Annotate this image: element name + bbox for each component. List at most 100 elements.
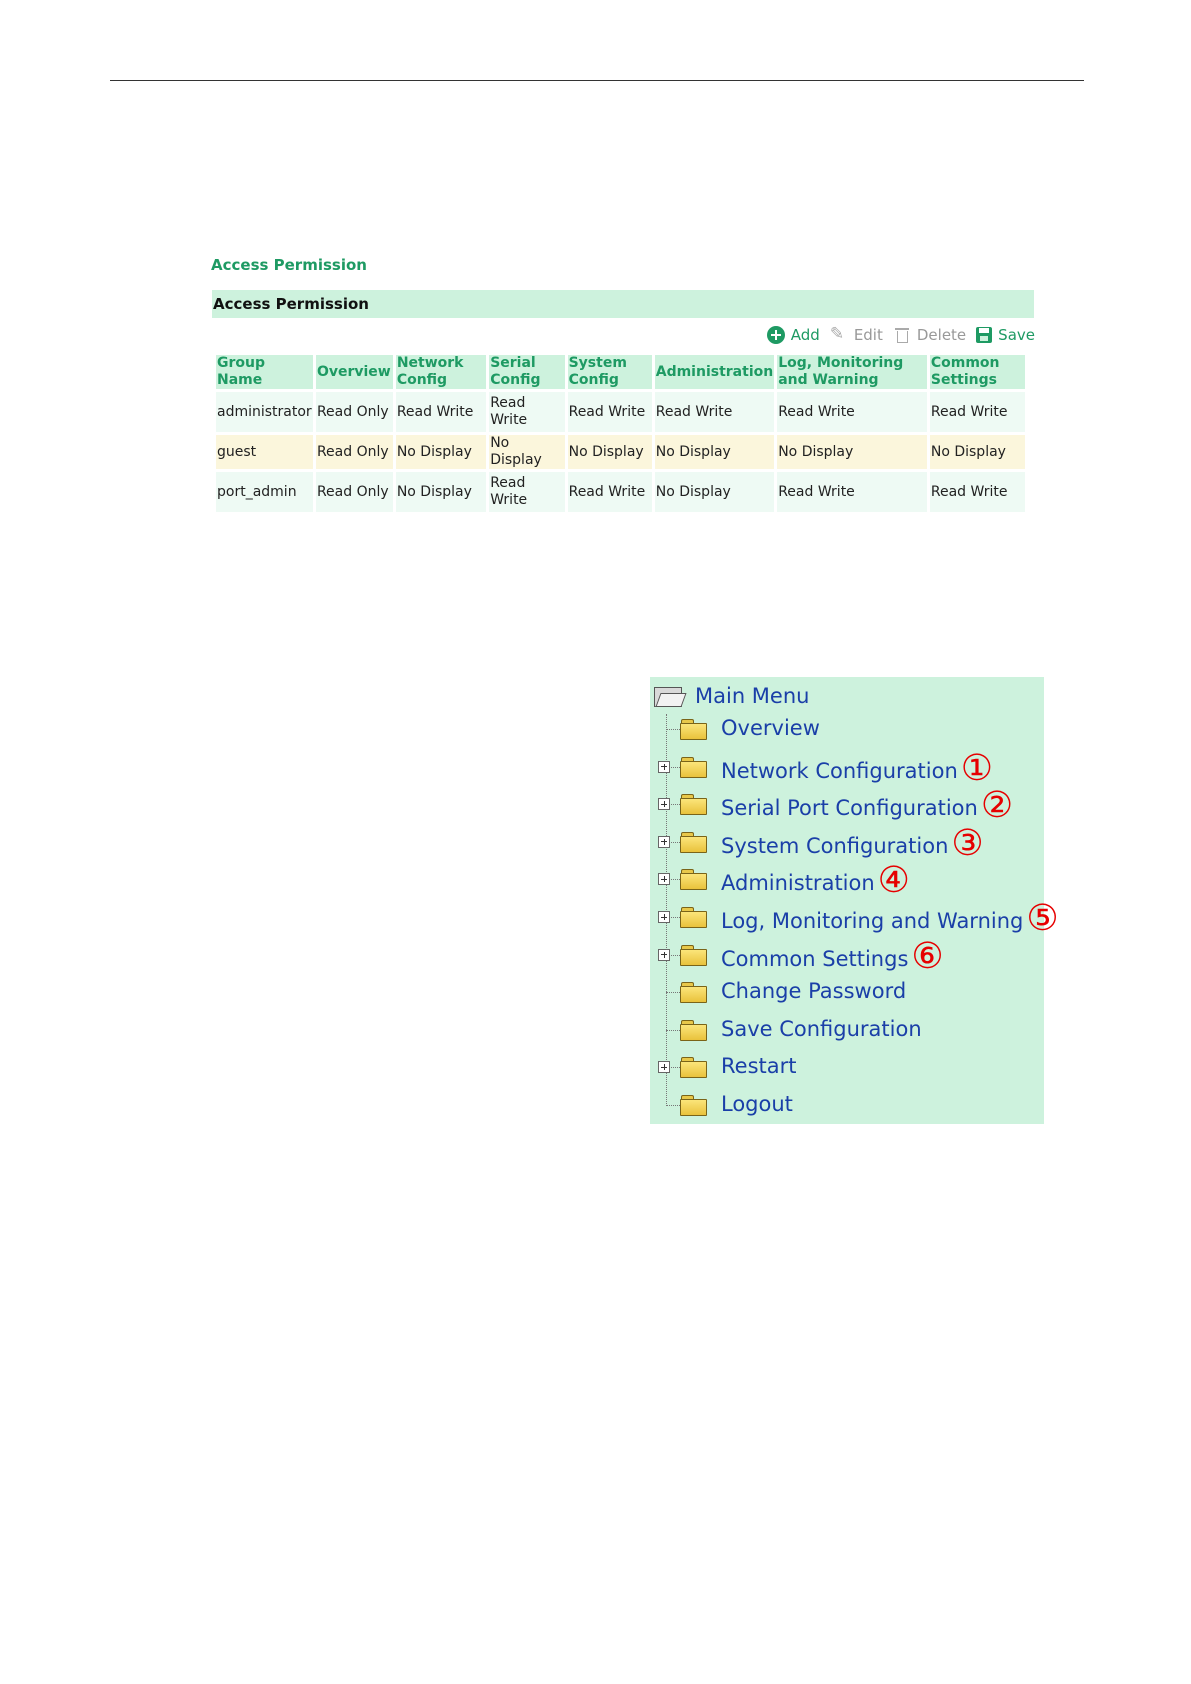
menu-item-text: Overview bbox=[721, 716, 820, 740]
table-cell: Read Write bbox=[489, 472, 565, 512]
table-cell: Read Write bbox=[489, 392, 565, 432]
menu-item-network-configuration[interactable]: Network Configuration① bbox=[650, 750, 1044, 786]
menu-item-change-password[interactable]: Change Password bbox=[650, 977, 1044, 1007]
circled-number-marker: ③ bbox=[951, 822, 984, 864]
table-cell: Read Write bbox=[567, 472, 652, 512]
column-header: Group Name bbox=[216, 355, 313, 389]
menu-item-label: Overview bbox=[721, 716, 820, 740]
folder-icon bbox=[680, 944, 707, 966]
table-cell: Read Write bbox=[654, 392, 775, 432]
delete-button[interactable]: Delete bbox=[893, 326, 966, 344]
column-header: Network Config bbox=[395, 355, 487, 389]
circled-number-marker: ⑥ bbox=[911, 935, 944, 977]
add-label: Add bbox=[790, 326, 820, 344]
edit-button[interactable]: Edit bbox=[830, 324, 883, 344]
menu-item-label: Change Password bbox=[721, 979, 906, 1003]
table-cell: Read Write bbox=[929, 472, 1025, 512]
table-cell: Read Write bbox=[777, 472, 927, 512]
menu-item-common-settings[interactable]: Common Settings⑥ bbox=[650, 938, 1044, 974]
table-cell: No Display bbox=[567, 435, 652, 469]
save-label: Save bbox=[998, 326, 1035, 344]
table-cell: Read Only bbox=[315, 472, 393, 512]
main-menu-root[interactable]: Main Menu bbox=[654, 681, 809, 711]
menu-item-label: Log, Monitoring and Warning⑤ bbox=[721, 901, 1059, 937]
table-row[interactable]: guest Read Only No Display No Display No… bbox=[216, 435, 1025, 469]
tree-connector bbox=[666, 1105, 680, 1106]
menu-item-overview[interactable]: Overview bbox=[650, 714, 1044, 744]
expand-plus-icon[interactable] bbox=[658, 1061, 670, 1074]
menu-item-text: Administration bbox=[721, 871, 875, 896]
folder-icon bbox=[680, 1057, 707, 1079]
access-permission-table: Group Name Overview Network Config Seria… bbox=[213, 352, 1028, 515]
menu-item-logout[interactable]: Logout bbox=[650, 1090, 1044, 1120]
table-cell: No Display bbox=[929, 435, 1025, 469]
tree-connector bbox=[666, 992, 680, 994]
menu-item-text: System Configuration bbox=[721, 833, 949, 858]
table-row[interactable]: port_admin Read Only No Display Read Wri… bbox=[216, 472, 1025, 512]
menu-item-save-configuration[interactable]: Save Configuration bbox=[650, 1015, 1044, 1045]
table-cell: Read Write bbox=[929, 392, 1025, 432]
folder-icon bbox=[680, 869, 707, 891]
table-cell: No Display bbox=[489, 435, 565, 469]
menu-item-label: System Configuration③ bbox=[721, 825, 984, 861]
menu-item-restart[interactable]: Restart bbox=[650, 1052, 1044, 1082]
column-header: Serial Config bbox=[489, 355, 565, 389]
table-cell: administrator bbox=[216, 392, 313, 432]
access-permission-bar: Access Permission bbox=[212, 290, 1034, 318]
menu-item-text: Save Configuration bbox=[721, 1016, 922, 1041]
menu-item-label: Administration④ bbox=[721, 863, 910, 899]
table-cell: port_admin bbox=[216, 472, 313, 512]
column-header: Overview bbox=[315, 355, 393, 389]
menu-item-label: Common Settings⑥ bbox=[721, 938, 944, 974]
table-cell: Read Write bbox=[777, 392, 927, 432]
tree-connector bbox=[666, 729, 680, 730]
table-cell: No Display bbox=[654, 435, 775, 469]
expand-plus-icon[interactable] bbox=[658, 798, 670, 811]
table-row[interactable]: administrator Read Only Read Write Read … bbox=[216, 392, 1025, 432]
menu-item-serial-port-configuration[interactable]: Serial Port Configuration② bbox=[650, 788, 1044, 824]
circled-number-marker: ⑤ bbox=[1026, 898, 1059, 939]
menu-item-text: Serial Port Configuration bbox=[721, 796, 978, 821]
folder-icon bbox=[680, 756, 707, 778]
expand-plus-icon[interactable] bbox=[658, 873, 670, 886]
table-cell: Read Only bbox=[315, 435, 393, 469]
circled-number-marker: ② bbox=[980, 785, 1014, 827]
table-cell: No Display bbox=[395, 435, 487, 469]
expand-plus-icon[interactable] bbox=[658, 948, 670, 961]
menu-item-label: Logout bbox=[721, 1092, 793, 1116]
menu-item-text: Change Password bbox=[721, 979, 907, 1004]
menu-item-text: Restart bbox=[721, 1054, 797, 1079]
table-cell: Read Write bbox=[395, 392, 487, 432]
expand-plus-icon[interactable] bbox=[658, 835, 670, 848]
save-button[interactable]: Save bbox=[976, 326, 1035, 344]
menu-item-label: Serial Port Configuration② bbox=[721, 788, 1013, 824]
folder-icon bbox=[680, 1095, 707, 1116]
column-header: Administration bbox=[654, 355, 775, 389]
permission-toolbar: Add Edit Delete Save bbox=[757, 324, 1035, 346]
table-cell: Read Only bbox=[315, 392, 393, 432]
table-cell: guest bbox=[216, 435, 313, 469]
menu-item-system-configuration[interactable]: System Configuration③ bbox=[650, 825, 1044, 861]
expand-plus-icon[interactable] bbox=[658, 911, 670, 923]
table-header-row: Group Name Overview Network Config Seria… bbox=[216, 355, 1025, 389]
column-header: Log, Monitoring and Warning bbox=[777, 355, 927, 389]
column-header: System Config bbox=[567, 355, 652, 389]
menu-item-log-monitoring-and-warning[interactable]: Log, Monitoring and Warning⑤ bbox=[650, 901, 1059, 937]
circled-number-marker: ① bbox=[960, 747, 994, 789]
menu-item-label: Save Configuration bbox=[721, 1017, 922, 1041]
table-cell: No Display bbox=[654, 472, 775, 512]
menu-item-label: Restart bbox=[721, 1054, 796, 1078]
folder-icon bbox=[680, 907, 707, 928]
access-permission-heading: Access Permission bbox=[211, 256, 367, 274]
open-folder-icon bbox=[654, 685, 687, 707]
folder-icon bbox=[680, 982, 707, 1004]
add-button[interactable]: Add bbox=[766, 326, 820, 344]
add-icon bbox=[766, 326, 785, 344]
expand-plus-icon[interactable] bbox=[658, 760, 670, 773]
menu-item-administration[interactable]: Administration④ bbox=[650, 863, 1044, 899]
page-header-rule bbox=[110, 80, 1084, 81]
menu-item-label: Network Configuration① bbox=[721, 750, 993, 786]
menu-item-text: Network Configuration bbox=[721, 758, 958, 783]
main-menu-title: Main Menu bbox=[695, 684, 810, 708]
edit-label: Edit bbox=[853, 326, 883, 344]
